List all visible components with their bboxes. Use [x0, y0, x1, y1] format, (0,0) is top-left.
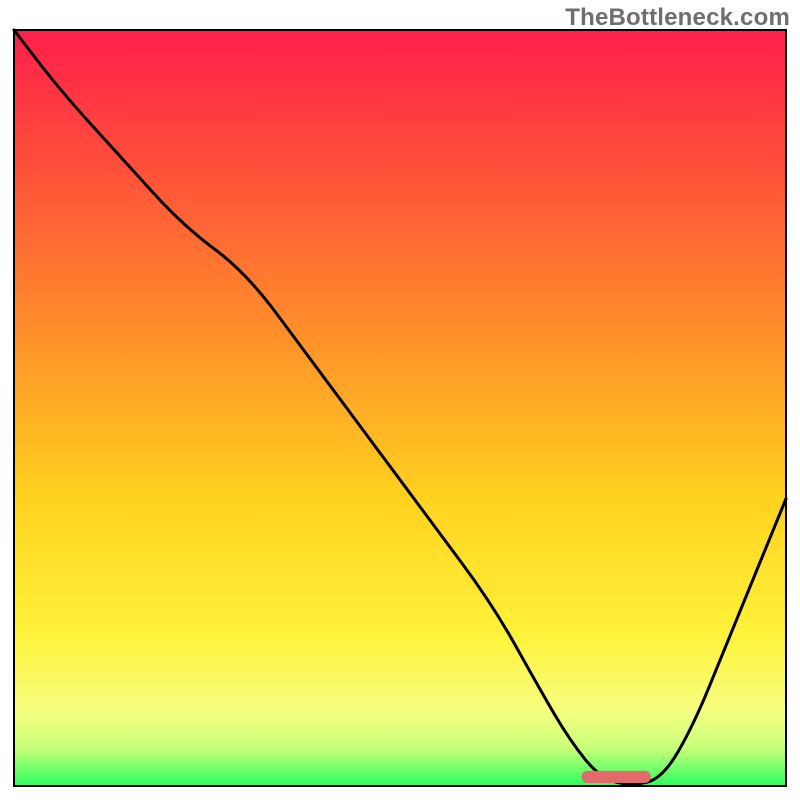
bottleneck-chart	[0, 0, 800, 800]
sweet-spot-marker	[581, 771, 650, 783]
watermark-text: TheBottleneck.com	[565, 4, 790, 32]
chart-container: TheBottleneck.com	[0, 0, 800, 800]
gradient-background	[14, 30, 786, 786]
